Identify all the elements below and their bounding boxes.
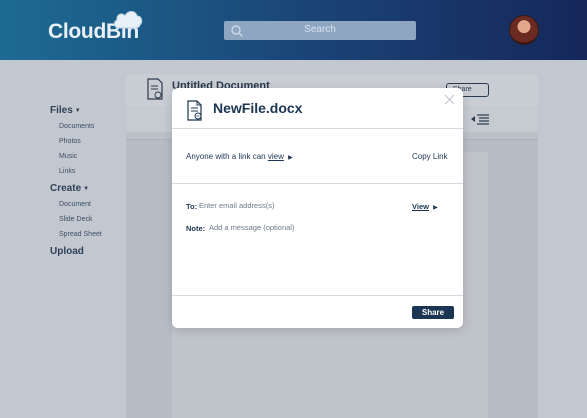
sidebar-item-slide-deck[interactable]: Slide Deck [59, 216, 130, 223]
divider [172, 183, 463, 184]
search-bar[interactable]: Search [224, 21, 416, 40]
caret-right-icon: ▶ [433, 205, 438, 211]
chevron-down-icon: ▼ [74, 107, 81, 114]
note-label: Note: [186, 224, 206, 233]
user-avatar[interactable] [509, 15, 539, 45]
cloud-icon [114, 11, 143, 29]
recipient-permission-label: View [412, 202, 429, 211]
chevron-down-icon: ▼ [83, 185, 90, 192]
link-permission-row: Anyone with a link can view ▶ [186, 152, 293, 161]
sidebar-upload-label: Upload [50, 246, 84, 257]
divider [172, 128, 463, 129]
document-icon [147, 78, 163, 100]
sidebar-files[interactable]: Files ▼ [50, 105, 130, 116]
sidebar-item-spread-sheet[interactable]: Spread Sheet [59, 231, 130, 238]
copy-link-button[interactable]: Copy Link [412, 152, 448, 161]
create-list: Document Slide Deck Spread Sheet [50, 201, 130, 238]
sidebar-item-music[interactable]: Music [59, 153, 130, 160]
divider [172, 295, 463, 296]
recipient-permission-dropdown[interactable]: View ▶ [412, 202, 438, 211]
sidebar-create[interactable]: Create ▼ [50, 183, 130, 194]
link-text: Anyone with a link can [186, 152, 266, 161]
share-dialog: NewFile.docx Anyone with a link can view… [172, 88, 463, 328]
top-bar: CloudBin Search [0, 0, 587, 60]
file-icon [187, 100, 202, 121]
caret-right-icon: ▶ [288, 155, 293, 161]
sidebar-create-label: Create [50, 183, 82, 194]
files-list: Documents Photos Music Links [50, 123, 130, 175]
dialog-title: NewFile.docx [213, 100, 303, 116]
to-label: To: [186, 202, 198, 211]
sidebar-item-photos[interactable]: Photos [59, 138, 130, 145]
sidebar-upload[interactable]: Upload [50, 246, 130, 257]
note-field[interactable] [209, 223, 359, 232]
sidebar-item-links[interactable]: Links [59, 168, 130, 175]
sidebar-files-label: Files [50, 105, 73, 116]
email-field[interactable] [199, 201, 349, 210]
link-permission-dropdown[interactable]: view [268, 152, 284, 161]
search-placeholder: Search [304, 24, 336, 35]
share-button[interactable]: Share [412, 306, 454, 319]
sidebar: Files ▼ Documents Photos Music Links Cre… [50, 105, 130, 257]
indent-icon[interactable] [470, 113, 490, 125]
sidebar-item-documents[interactable]: Documents [59, 123, 130, 130]
close-icon[interactable] [444, 94, 455, 105]
sidebar-item-document[interactable]: Document [59, 201, 130, 208]
